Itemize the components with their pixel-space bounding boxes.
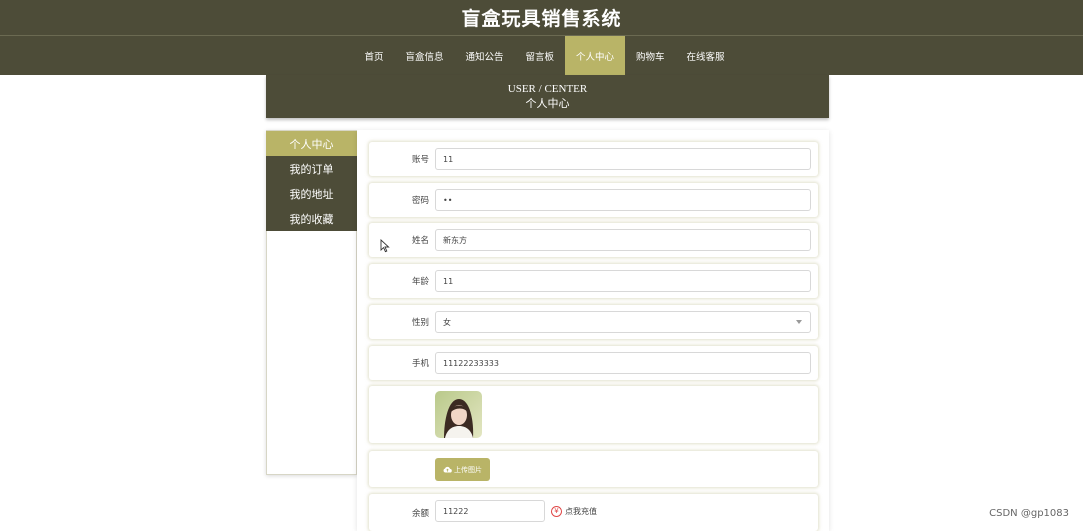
age-label: 年龄 [411,277,429,287]
nav-cart[interactable]: 购物车 [625,36,676,75]
gender-selected-value: 女 [443,317,451,327]
gender-select[interactable]: 女 [435,311,811,333]
sidebar-item-my-orders[interactable]: 我的订单 [266,156,357,181]
balance-input[interactable]: 11222 [435,500,545,522]
site-title: 盲盒玩具销售系统 [461,8,622,30]
form-row-password: 密码 •• [369,183,818,217]
banner-title-en: USER / CENTER [507,83,588,95]
watermark: CSDN @gp1083 [989,508,1069,519]
sidebar-item-user-center[interactable]: 个人中心 [266,131,357,156]
form-row-upload: 上传图片 [369,451,818,487]
form-row-account: 账号 11 [369,142,818,176]
password-input[interactable]: •• [435,189,811,211]
banner-title-cn: 个人中心 [525,97,570,110]
recharge-label: 点我充值 [565,506,597,516]
form-row-balance: 余额 11222 ¥ 点我充值 [369,494,818,531]
name-input[interactable]: 新东方 [435,229,811,251]
nav-user-center[interactable]: 个人中心 [565,36,626,75]
sidebar-item-my-favorites[interactable]: 我的收藏 [266,206,357,231]
avatar-image[interactable] [435,391,482,438]
profile-form-panel: 账号 11 密码 •• 姓名 新东方 年龄 11 性别 女 手机 1112223… [357,130,829,531]
account-label: 账号 [411,155,429,165]
main-nav: 首页 盲盒信息 通知公告 留言板 个人中心 购物车 在线客服 [0,36,1083,75]
phone-label: 手机 [411,359,429,369]
name-label: 姓名 [411,236,429,246]
phone-input[interactable]: 11122233333 [435,352,811,374]
form-row-gender: 性别 女 [369,305,818,339]
chevron-down-icon [796,320,802,324]
upload-button-label: 上传图片 [454,465,482,474]
form-row-name: 姓名 新东方 [369,223,818,257]
avatar-portrait-icon [435,391,482,438]
nav-notices[interactable]: 通知公告 [454,36,514,75]
nav-blindbox-info[interactable]: 盲盒信息 [394,36,454,75]
recharge-link[interactable]: ¥ 点我充值 [551,501,597,521]
form-row-avatar [369,386,818,443]
balance-label: 余额 [411,508,429,519]
page-banner: USER / CENTER 个人中心 [266,75,829,118]
nav-home[interactable]: 首页 [353,36,394,75]
password-label: 密码 [411,196,429,206]
upload-image-button[interactable]: 上传图片 [435,458,490,481]
gender-label: 性别 [411,318,429,328]
nav-online-service[interactable]: 在线客服 [676,36,736,75]
nav-message-board[interactable]: 留言板 [514,36,565,75]
site-header: 盲盒玩具销售系统 [0,0,1083,36]
cursor-arrow-icon [380,239,390,253]
sidebar: 个人中心 我的订单 我的地址 我的收藏 [266,130,357,475]
form-row-age: 年龄 11 [369,264,818,298]
yen-circle-icon: ¥ [551,505,562,517]
age-input[interactable]: 11 [435,270,811,292]
account-input[interactable]: 11 [435,148,811,170]
sidebar-item-my-address[interactable]: 我的地址 [266,181,357,206]
form-row-phone: 手机 11122233333 [369,346,818,380]
cloud-upload-icon [443,466,452,473]
